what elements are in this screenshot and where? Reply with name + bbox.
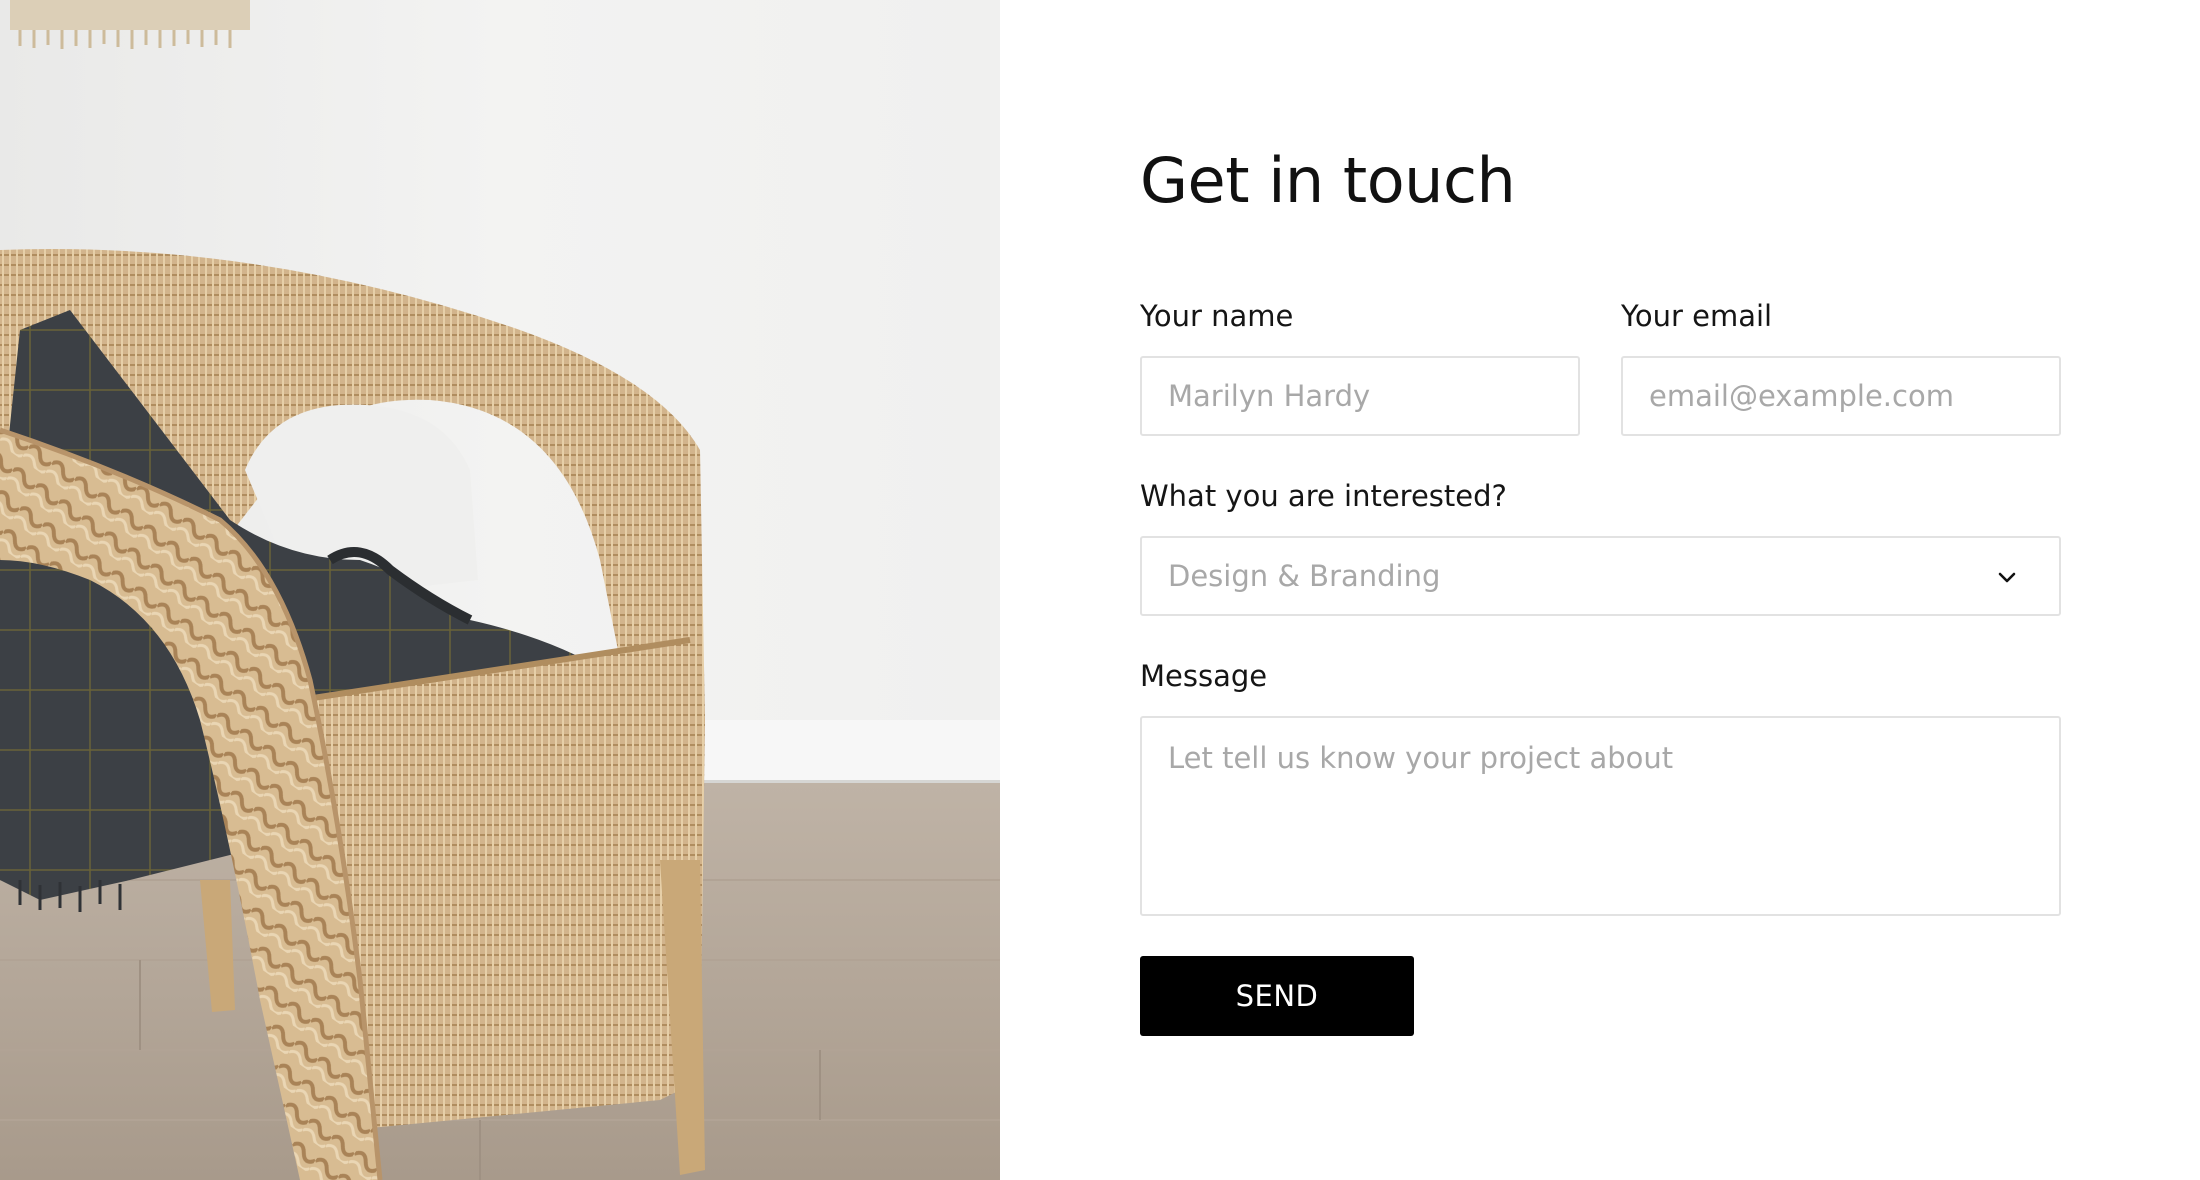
hero-photo [0, 0, 1000, 1180]
interest-select[interactable]: Design & Branding [1140, 536, 2061, 616]
email-input[interactable] [1621, 356, 2061, 436]
message-textarea[interactable] [1140, 716, 2061, 916]
interest-selected-value: Design & Branding [1168, 559, 1441, 593]
chevron-down-icon [1998, 572, 2016, 583]
wicker-chair-illustration [0, 0, 1000, 1180]
send-button[interactable]: SEND [1140, 956, 1414, 1036]
email-label: Your email [1621, 299, 1773, 333]
page-title: Get in touch [1140, 144, 1516, 217]
interest-label: What you are interested? [1140, 479, 1507, 513]
name-input[interactable] [1140, 356, 1580, 436]
name-label: Your name [1140, 299, 1294, 333]
message-label: Message [1140, 659, 1268, 693]
